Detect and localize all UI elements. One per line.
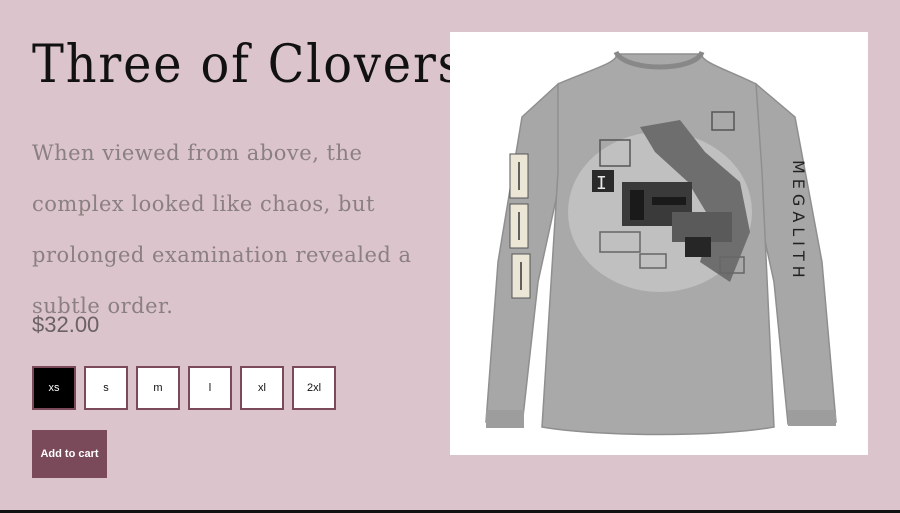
left-cuff: [486, 410, 524, 428]
product-image: I MEGALITH: [450, 32, 868, 455]
svg-text:I: I: [596, 173, 607, 194]
size-option-m[interactable]: m: [136, 366, 180, 410]
product-title: Three of Clovers: [32, 35, 465, 95]
size-option-l[interactable]: l: [188, 366, 232, 410]
right-cuff: [788, 410, 836, 426]
size-option-xs[interactable]: xs: [32, 366, 76, 410]
size-option-s[interactable]: s: [84, 366, 128, 410]
shirt-illustration: I MEGALITH: [485, 50, 837, 436]
size-option-xl[interactable]: xl: [240, 366, 284, 410]
sleeve-cards: [509, 153, 531, 299]
product-price: $32.00: [32, 312, 100, 337]
size-option-2xl[interactable]: 2xl: [292, 366, 336, 410]
product-description: When viewed from above, the complex look…: [32, 141, 412, 318]
sleeve-text: MEGALITH: [789, 160, 808, 283]
add-to-cart-button[interactable]: Add to cart: [32, 430, 107, 478]
size-selector: xs s m l xl 2xl: [32, 366, 336, 410]
